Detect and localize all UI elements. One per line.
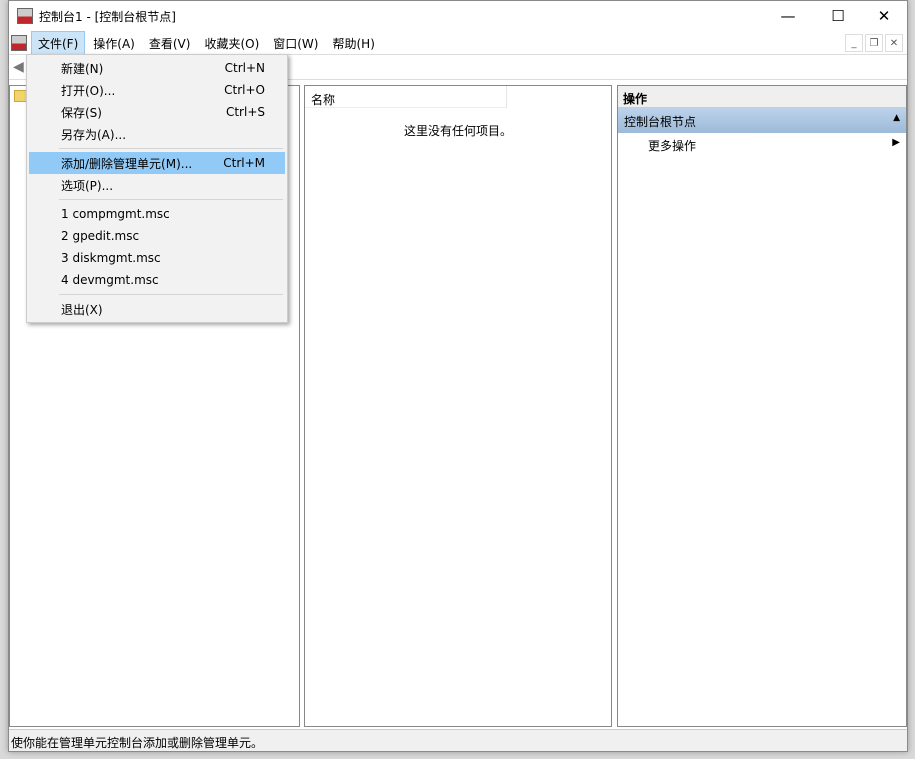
menu-item-recent-3[interactable]: 3 diskmgmt.msc <box>29 247 285 269</box>
actions-section-root[interactable]: 控制台根节点 ▲ <box>618 108 906 133</box>
item-shortcut: Ctrl+S <box>226 105 265 119</box>
system-menu-icon[interactable] <box>11 35 27 51</box>
menu-favorites[interactable]: 收藏夹(O) <box>198 32 265 55</box>
menu-item-add-remove-snapin[interactable]: 添加/删除管理单元(M)... Ctrl+M <box>29 152 285 174</box>
menu-item-options[interactable]: 选项(P)... <box>29 174 285 196</box>
submenu-arrow-icon: ▶ <box>892 137 900 148</box>
actions-pane: 操作 控制台根节点 ▲ 更多操作 ▶ <box>617 85 907 727</box>
item-label: 退出(X) <box>61 301 103 318</box>
item-label: 打开(O)... <box>61 82 115 99</box>
menu-action[interactable]: 操作(A) <box>87 32 141 55</box>
mmc-app-icon <box>17 8 33 24</box>
item-label: 添加/删除管理单元(M)... <box>61 155 192 172</box>
result-pane: 名称 这里没有任何项目。 <box>304 85 612 727</box>
menu-item-recent-1[interactable]: 1 compmgmt.msc <box>29 203 285 225</box>
item-shortcut: Ctrl+O <box>224 83 265 97</box>
column-header-name[interactable]: 名称 <box>305 86 507 108</box>
back-arrow-icon[interactable]: ◀ <box>13 59 24 75</box>
menu-item-open[interactable]: 打开(O)... Ctrl+O <box>29 79 285 101</box>
item-shortcut: Ctrl+N <box>225 61 265 75</box>
maximize-button[interactable]: ☐ <box>815 1 861 31</box>
menu-bar: 文件(F) 操作(A) 查看(V) 收藏夹(O) 窗口(W) 帮助(H) <box>9 32 907 55</box>
status-bar: 使你能在管理单元控制台添加或删除管理单元。 <box>9 729 907 751</box>
minimize-button[interactable]: — <box>765 1 811 31</box>
item-label: 2 gpedit.msc <box>61 229 139 243</box>
menu-file[interactable]: 文件(F) <box>31 31 85 56</box>
menu-window[interactable]: 窗口(W) <box>267 32 324 55</box>
item-label: 4 devmgmt.msc <box>61 273 159 287</box>
empty-message: 这里没有任何项目。 <box>305 122 611 139</box>
actions-header: 操作 <box>618 86 906 108</box>
menu-separator <box>59 148 283 149</box>
menu-item-exit[interactable]: 退出(X) <box>29 298 285 320</box>
menu-item-recent-4[interactable]: 4 devmgmt.msc <box>29 269 285 291</box>
mdi-close-button[interactable]: ✕ <box>885 34 903 52</box>
menu-separator <box>59 199 283 200</box>
menu-item-recent-2[interactable]: 2 gpedit.msc <box>29 225 285 247</box>
menu-separator <box>59 294 283 295</box>
mdi-controls: _ ❐ ✕ <box>845 34 903 52</box>
item-label: 选项(P)... <box>61 177 113 194</box>
mdi-restore-button[interactable]: ❐ <box>865 34 883 52</box>
item-label: 1 compmgmt.msc <box>61 207 170 221</box>
menu-item-save-as[interactable]: 另存为(A)... <box>29 123 285 145</box>
close-button[interactable]: ✕ <box>861 1 907 31</box>
collapse-triangle-icon[interactable]: ▲ <box>893 113 900 123</box>
item-shortcut: Ctrl+M <box>223 156 265 170</box>
more-actions-item[interactable]: 更多操作 ▶ <box>618 133 906 155</box>
more-actions-label: 更多操作 <box>648 139 696 153</box>
menu-help[interactable]: 帮助(H) <box>326 32 380 55</box>
mdi-minimize-button[interactable]: _ <box>845 34 863 52</box>
menu-item-save[interactable]: 保存(S) Ctrl+S <box>29 101 285 123</box>
file-menu: 新建(N) Ctrl+N 打开(O)... Ctrl+O 保存(S) Ctrl+S 另… <box>26 54 288 323</box>
menu-item-new[interactable]: 新建(N) Ctrl+N <box>29 57 285 79</box>
item-label: 3 diskmgmt.msc <box>61 251 161 265</box>
actions-section-label: 控制台根节点 <box>624 115 696 129</box>
item-label: 新建(N) <box>61 60 103 77</box>
menu-view[interactable]: 查看(V) <box>143 32 197 55</box>
item-label: 另存为(A)... <box>61 126 126 143</box>
window-title: 控制台1 - [控制台根节点] <box>39 8 176 25</box>
item-label: 保存(S) <box>61 104 102 121</box>
